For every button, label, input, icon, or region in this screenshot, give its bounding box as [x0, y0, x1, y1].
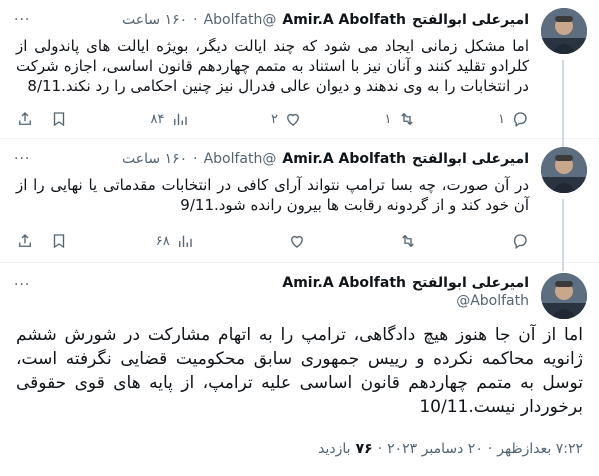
like-button[interactable]: ۲	[271, 110, 302, 128]
views-button[interactable]: ۶۸	[156, 232, 194, 250]
retweet-icon	[400, 112, 413, 126]
more-options-icon[interactable]: ···	[14, 151, 30, 167]
bookmark-icon[interactable]	[50, 232, 68, 250]
views-total: ۷۶	[355, 441, 373, 457]
display-name-en[interactable]: Amir.A Abolfath	[282, 151, 406, 167]
action-bar: ۱ ۱ ۲ ۸۴	[16, 108, 529, 130]
tweet-2[interactable]: امیرعلی ابوالفتح Amir.A Abolfath @Abolfa…	[0, 137, 599, 265]
heart-icon	[287, 113, 299, 126]
like-button[interactable]	[282, 232, 306, 250]
display-name-fa[interactable]: امیرعلی ابوالفتح	[412, 275, 529, 291]
display-name-fa[interactable]: امیرعلی ابوالفتح	[412, 12, 529, 28]
display-name-en[interactable]: Amir.A Abolfath	[282, 275, 406, 291]
display-name-fa[interactable]: امیرعلی ابوالفتح	[412, 151, 529, 167]
main-tweet-header: امیرعلی ابوالفتح Amir.A Abolfath @Abolfa…	[282, 275, 529, 309]
like-count: ۲	[271, 111, 278, 127]
avatar[interactable]	[541, 273, 587, 319]
tweet-header: امیرعلی ابوالفتح Amir.A Abolfath @Abolfa…	[14, 10, 529, 30]
more-options-icon[interactable]: ···	[14, 277, 30, 293]
reply-button[interactable]: ۱	[498, 110, 529, 128]
thread-connector	[562, 199, 564, 265]
share-icon[interactable]	[16, 110, 34, 128]
separator-dot: ·	[193, 151, 198, 167]
share-icon[interactable]	[16, 232, 34, 250]
avatar[interactable]	[541, 147, 587, 193]
tweet-text: اما مشکل زمانی ایجاد می شود که چند ایالت…	[16, 37, 529, 95]
user-handle[interactable]: @Abolfath	[456, 293, 529, 309]
tweet-text: در آن صورت، چه بسا ترامپ نتواند آرای کاف…	[16, 176, 529, 214]
retweet-icon	[402, 234, 414, 248]
display-name-en[interactable]: Amir.A Abolfath	[282, 12, 406, 28]
tweet-1[interactable]: امیرعلی ابوالفتح Amir.A Abolfath @Abolfa…	[0, 0, 599, 150]
more-options-icon[interactable]: ···	[14, 12, 30, 28]
reply-icon	[513, 234, 527, 250]
thread-connector	[562, 261, 564, 271]
bookmark-icon[interactable]	[50, 110, 68, 128]
views-button[interactable]: ۸۴	[151, 110, 189, 128]
tweet-date[interactable]: ۲۰ دسامبر ۲۰۲۳	[387, 441, 483, 457]
avatar[interactable]	[541, 8, 587, 54]
reply-icon	[513, 112, 527, 128]
heart-icon	[290, 235, 303, 248]
main-tweet-text: اما از آن جا هنوز هیچ دادگاهی، ترامپ را …	[16, 325, 583, 417]
main-tweet: امیرعلی ابوالفتح Amir.A Abolfath @Abolfa…	[0, 261, 599, 476]
tweet-header: امیرعلی ابوالفتح Amir.A Abolfath @Abolfa…	[14, 149, 529, 169]
thread-connector	[562, 137, 564, 143]
retweet-button[interactable]	[393, 232, 417, 250]
action-bar: ۶۸	[16, 230, 529, 252]
views-count: ۶۸	[155, 233, 170, 249]
tail-actions	[16, 232, 68, 250]
views-chart-icon	[173, 113, 187, 125]
separator-dot: ·	[377, 441, 383, 457]
views-count: ۸۴	[150, 111, 165, 127]
tail-actions	[16, 110, 68, 128]
retweet-button[interactable]: ۱	[385, 110, 416, 128]
tweet-time[interactable]: ۱۶۰ ساعت	[122, 12, 187, 28]
separator-dot: ·	[193, 12, 198, 28]
user-handle[interactable]: @Abolfath	[204, 12, 277, 28]
tweet-meta: ۷:۲۲ بعدازظهر · ۲۰ دسامبر ۲۰۲۳ · ۷۶ بازد…	[318, 441, 583, 457]
reply-count: ۱	[498, 111, 505, 127]
author-names: امیرعلی ابوالفتح Amir.A Abolfath	[282, 275, 529, 291]
tweet-timestamp[interactable]: ۷:۲۲ بعدازظهر	[497, 441, 583, 457]
views-chart-icon	[178, 235, 192, 247]
separator-dot: ·	[487, 441, 493, 457]
views-label: بازدید	[318, 441, 351, 457]
reply-button[interactable]	[505, 232, 529, 250]
tweet-time[interactable]: ۱۶۰ ساعت	[122, 151, 187, 167]
user-handle[interactable]: @Abolfath	[204, 151, 277, 167]
retweet-count: ۱	[384, 111, 392, 127]
